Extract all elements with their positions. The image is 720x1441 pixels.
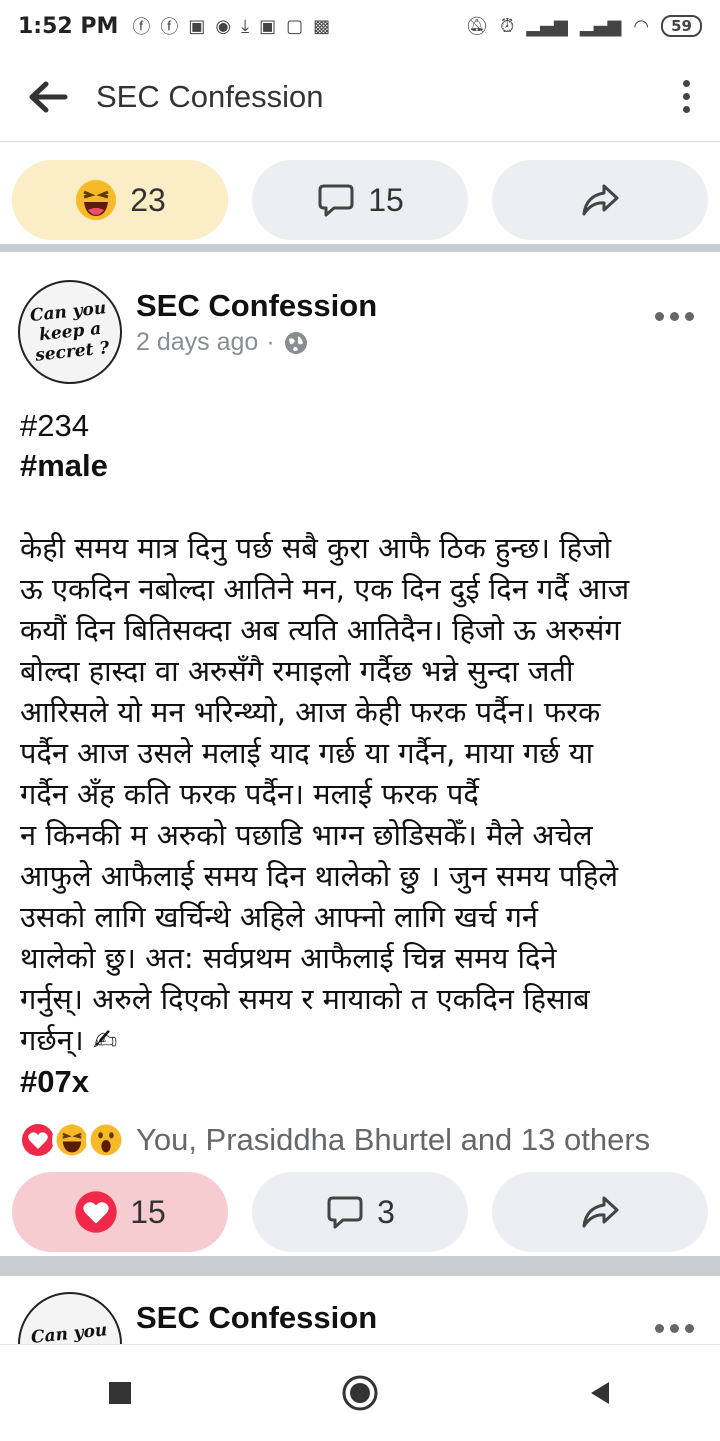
love-button[interactable]: 15: [12, 1172, 228, 1252]
comment-count: 15: [368, 181, 404, 218]
wow-emoji-icon: [86, 1120, 126, 1160]
page-title: SEC Confession: [96, 78, 324, 114]
signature-hashtag[interactable]: #07x: [20, 1064, 89, 1100]
feed-separator: [0, 1256, 720, 1276]
share-button[interactable]: [492, 160, 708, 240]
overflow-menu-icon[interactable]: [683, 80, 690, 113]
comment-icon: [318, 184, 354, 217]
post-author[interactable]: SEC Confession: [136, 1300, 377, 1336]
meta-separator: ·: [266, 328, 275, 356]
post-header: Can you keep a secret ? SEC Confession 2…: [18, 280, 377, 384]
nav-back-icon: [591, 1382, 609, 1404]
status-bar: 1:52 PM ⓕ ⓕ ▣ ◉ ⤓ ▣ ▢ ▩ 🔕︎ ⏰︎ ▂▄▆ ▂▄▆ ◠ …: [0, 0, 720, 52]
reactions-summary[interactable]: You, Prasiddha Bhurtel and 13 others: [18, 1120, 650, 1160]
reaction-count: 23: [130, 181, 166, 218]
messenger-icon: ◉: [215, 15, 232, 37]
status-time: 1:52 PM: [18, 13, 119, 39]
share-icon: [582, 184, 619, 216]
facebook-icon: ⓕ: [160, 17, 179, 38]
app-icon: ▩: [313, 15, 331, 37]
wifi-icon: ◠: [633, 15, 650, 37]
alarm-icon: ⏰︎: [500, 15, 515, 37]
back-arrow-icon: [29, 81, 68, 112]
avatar-text: Can you keep a: [29, 1320, 108, 1344]
haha-emoji-icon: [76, 180, 117, 220]
signal-icon: ▂▄▆: [526, 15, 568, 37]
hashtag-number[interactable]: #234: [20, 408, 89, 444]
share-icon: [582, 1196, 619, 1228]
post-author[interactable]: SEC Confession: [136, 288, 377, 324]
reactions-text: You, Prasiddha Bhurtel and 13 others: [136, 1122, 651, 1157]
system-icons: 🔕︎ ⏰︎ ▂▄▆ ▂▄▆ ◠ 59: [465, 15, 702, 37]
back-button[interactable]: [0, 81, 96, 113]
nav-home-icon: [342, 1375, 378, 1411]
download-icon: ⤓: [241, 15, 250, 37]
viber-icon: ▣: [259, 15, 277, 37]
avatar-text: Can you keep a secret ?: [28, 298, 111, 366]
comment-count: 3: [377, 1193, 395, 1230]
notification-icons: ⓕ ⓕ ▣ ◉ ⤓ ▣ ▢ ▩: [132, 13, 330, 39]
post-actions: 15 3: [0, 1172, 720, 1252]
mute-icon: 🔕︎: [465, 15, 489, 37]
post-body: केही समय मात्र दिनु पर्छ सबै कुरा आफै ठि…: [20, 531, 630, 1057]
next-post: Can you keep a SEC Confession: [0, 1276, 720, 1344]
facebook-icon: ⓕ: [132, 17, 151, 38]
nav-stop-icon: [109, 1382, 131, 1404]
post-meta: 2 days ago ·: [136, 328, 377, 357]
post-header: Can you keep a SEC Confession: [18, 1292, 377, 1344]
nav-recents-button[interactable]: [80, 1353, 160, 1433]
sim-icon: ▢: [286, 15, 304, 37]
feed-separator: [0, 244, 720, 252]
comment-button[interactable]: 15: [252, 160, 468, 240]
share-button[interactable]: [492, 1172, 708, 1252]
signal-icon: ▂▄▆: [579, 15, 622, 37]
viber-icon: ▣: [188, 15, 206, 37]
nav-back-button[interactable]: [560, 1353, 640, 1433]
battery-icon: 59: [661, 15, 702, 37]
avatar[interactable]: Can you keep a secret ?: [18, 280, 122, 384]
nav-home-button[interactable]: [320, 1353, 400, 1433]
post-time[interactable]: 2 days ago: [136, 328, 258, 357]
love-count: 15: [130, 1193, 166, 1230]
hashtag-gender[interactable]: #male: [20, 448, 108, 484]
post-more-icon[interactable]: [655, 312, 694, 321]
love-icon: [75, 1191, 117, 1233]
system-nav-bar: [0, 1344, 720, 1441]
comment-icon: [327, 1196, 363, 1229]
post-more-icon[interactable]: [655, 1324, 694, 1333]
app-bar: SEC Confession: [0, 52, 720, 142]
avatar[interactable]: Can you keep a: [18, 1292, 122, 1344]
prev-post-actions: 23 15: [0, 160, 720, 240]
globe-icon: [284, 331, 307, 354]
reaction-button[interactable]: 23: [12, 160, 228, 240]
comment-button[interactable]: 3: [252, 1172, 468, 1252]
